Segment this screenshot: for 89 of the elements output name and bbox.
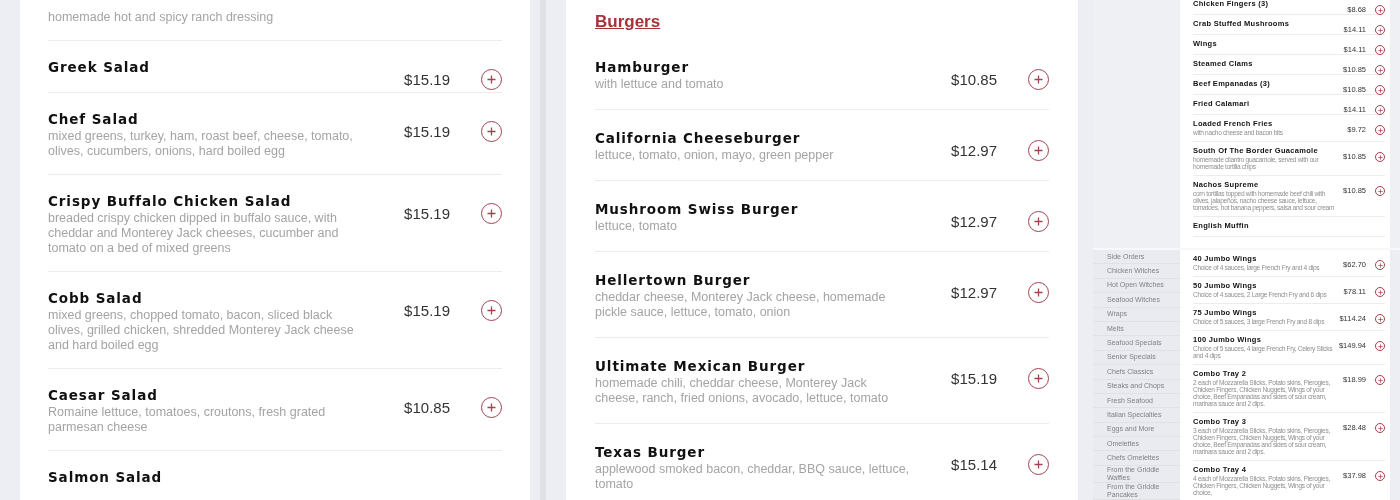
item-price: $15.19 xyxy=(403,71,450,88)
plus-icon xyxy=(1377,425,1383,431)
item-name: Hamburger xyxy=(595,58,690,77)
add-button[interactable] xyxy=(481,397,502,418)
plus-icon xyxy=(1377,67,1383,73)
add-button[interactable] xyxy=(481,69,502,90)
item-name: Mushroom Swiss Burger xyxy=(595,200,800,219)
item-price: $15.14 xyxy=(950,456,997,473)
item-description: lettuce, tomato xyxy=(595,219,678,234)
add-button[interactable] xyxy=(1028,211,1049,232)
item-description: with lettuce and tomato xyxy=(595,77,725,92)
add-button[interactable] xyxy=(1028,282,1049,303)
item-name: Caesar Salad xyxy=(48,386,159,405)
plus-icon xyxy=(487,306,496,315)
add-button[interactable] xyxy=(1375,25,1385,35)
plus-icon xyxy=(1377,154,1383,160)
add-button[interactable] xyxy=(1375,287,1385,297)
plus-icon xyxy=(1377,47,1383,53)
item-price: $10.85 xyxy=(950,71,997,88)
plus-icon xyxy=(1377,127,1383,133)
plus-icon xyxy=(1377,107,1383,113)
item-price: $12.97 xyxy=(950,213,997,230)
add-button[interactable] xyxy=(481,300,502,321)
item-description: lettuce, tomato, onion, mayo, green pepper xyxy=(595,148,835,163)
item-description: mixed greens, turkey, ham, roast beef, cheese, tomato, olives, cucumbers, onions, hard boiled egg xyxy=(48,129,354,159)
item-price: $15.19 xyxy=(950,370,997,387)
add-button[interactable] xyxy=(1375,341,1385,351)
plus-icon xyxy=(1377,7,1383,13)
item-description: homemade chili, cheddar cheese, Monterey Jack cheese, ranch, fried onions, avocado, lettuce, tomato xyxy=(595,376,890,406)
section-heading[interactable]: Burgers xyxy=(595,12,661,31)
item-price: $10.85 xyxy=(403,399,450,416)
plus-icon xyxy=(1377,316,1383,322)
add-button[interactable] xyxy=(1375,186,1385,196)
item-name: Greek Salad xyxy=(48,58,151,77)
item-price: $15.19 xyxy=(403,123,450,140)
add-button[interactable] xyxy=(1375,125,1385,135)
plus-icon xyxy=(1034,288,1043,297)
item-price: $12.97 xyxy=(950,142,997,159)
add-button[interactable] xyxy=(1028,454,1049,475)
item-name: Texas Burger xyxy=(595,443,706,462)
add-button[interactable] xyxy=(1375,85,1385,95)
item-name: Crispy Buffalo Chicken Salad xyxy=(48,192,293,211)
plus-icon xyxy=(1377,188,1383,194)
add-button[interactable] xyxy=(1375,375,1385,385)
item-description: breaded crispy chicken dipped in buffalo sauce, with cheddar and Monterey Jack cheeses, cucumber and tomato on a bed of mixed greens xyxy=(48,211,340,256)
plus-icon xyxy=(1034,75,1043,84)
add-button[interactable] xyxy=(1028,368,1049,389)
add-button[interactable] xyxy=(1375,105,1385,115)
add-button[interactable] xyxy=(1375,423,1385,433)
add-button[interactable] xyxy=(1028,140,1049,161)
plus-icon xyxy=(487,127,496,136)
plus-icon xyxy=(487,75,496,84)
item-name: Ultimate Mexican Burger xyxy=(595,357,807,376)
add-button[interactable] xyxy=(1375,65,1385,75)
item-description: applewood smoked bacon, cheddar, BBQ sauce, lettuce, tomato xyxy=(595,462,911,492)
plus-icon xyxy=(1377,262,1383,268)
item-price: $15.19 xyxy=(403,302,450,319)
add-button[interactable] xyxy=(1028,69,1049,90)
plus-icon xyxy=(1377,473,1383,479)
add-button[interactable] xyxy=(1375,152,1385,162)
item-name: California Cheeseburger xyxy=(595,129,802,148)
plus-icon xyxy=(1377,377,1383,383)
plus-icon xyxy=(1034,146,1043,155)
plus-icon xyxy=(1034,374,1043,383)
item-description: mixed greens, chopped tomato, bacon, sliced black olives, grilled chicken, shredded Monterey Jack cheese and hard boiled egg xyxy=(48,308,355,353)
add-button[interactable] xyxy=(1375,260,1385,270)
item-price: $12.97 xyxy=(950,284,997,301)
plus-icon xyxy=(1377,343,1383,349)
item-description: cheddar cheese, Monterey Jack cheese, homemade pickle sauce, lettuce, tomato, onion xyxy=(595,290,887,320)
plus-icon xyxy=(487,403,496,412)
add-button[interactable] xyxy=(481,203,502,224)
plus-icon xyxy=(1034,217,1043,226)
add-button[interactable] xyxy=(1375,471,1385,481)
plus-icon xyxy=(1034,460,1043,469)
plus-icon xyxy=(1377,289,1383,295)
add-button[interactable] xyxy=(481,121,502,142)
item-name: Hellertown Burger xyxy=(595,271,752,290)
plus-icon xyxy=(487,209,496,218)
item-description: Romaine lettuce, tomatoes, croutons, fresh grated parmesan cheese xyxy=(48,405,327,435)
item-name: Salmon Salad xyxy=(48,468,164,487)
item-name: Cobb Salad xyxy=(48,289,144,308)
plus-icon xyxy=(1377,27,1383,33)
add-button[interactable] xyxy=(1375,45,1385,55)
add-button[interactable] xyxy=(1375,5,1385,15)
item-description: homemade hot and spicy ranch dressing xyxy=(48,10,275,25)
item-name: Chef Salad xyxy=(48,110,140,129)
item-price: $15.19 xyxy=(403,205,450,222)
add-button[interactable] xyxy=(1375,314,1385,324)
plus-icon xyxy=(1377,87,1383,93)
